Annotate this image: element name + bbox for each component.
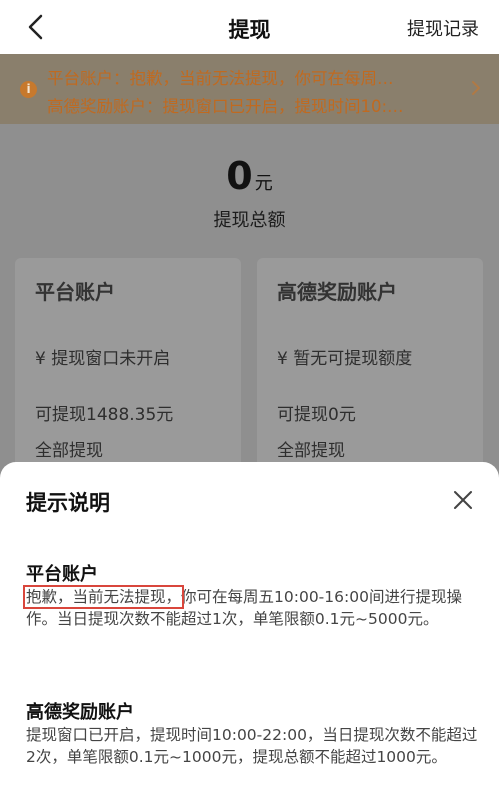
notice-reward-text: 高德奖励账户：提现窗口已开启，提现时间10:… (47, 97, 404, 116)
tips-bottom-sheet: 提示说明 平台账户 抱歉，当前无法提现，你可在每周五10:00-16:00间进行… (0, 462, 499, 812)
reward-section-title: 高德奖励账户 (26, 702, 134, 723)
reward-card-available: 可提现0元 (277, 405, 356, 425)
platform-account-card: 平台账户 ¥ 提现窗口未开启 可提现1488.35元 全部提现 (15, 258, 241, 488)
nav-bar: 提现 提现记录 (0, 0, 499, 54)
notice-platform-text: 平台账户：抱歉，当前无法提现，你可在每周… (47, 69, 394, 88)
close-icon[interactable] (451, 488, 475, 512)
total-amount: 0元 (0, 154, 499, 198)
platform-section-text: 抱歉，当前无法提现，你可在每周五10:00-16:00间进行提现操作。当日提现次… (22, 585, 481, 630)
platform-card-status: ¥ 提现窗口未开启 (35, 349, 171, 369)
total-amount-label: 提现总额 (213, 210, 286, 231)
reward-card-title: 高德奖励账户 (277, 280, 397, 304)
reward-card-status: ¥ 暂无可提现额度 (277, 349, 413, 369)
highlighted-text: 抱歉，当前无法提现， (22, 585, 185, 609)
reward-withdraw-all-button[interactable]: 全部提现 (277, 436, 345, 461)
total-amount-value: 0 (226, 154, 253, 198)
reward-section-text: 提现窗口已开启，提现时间10:00-22:00，当日提现次数不能超过2次，单笔限… (26, 726, 478, 766)
platform-card-title: 平台账户 (35, 280, 115, 304)
sheet-title: 提示说明 (26, 491, 110, 515)
notice-banner[interactable]: i 平台账户：抱歉，当前无法提现，你可在每周… 高德奖励账户：提现窗口已开启，提… (0, 54, 499, 124)
platform-withdraw-all-button[interactable]: 全部提现 (35, 436, 103, 461)
total-amount-unit: 元 (254, 173, 273, 194)
info-icon: i (20, 81, 37, 98)
withdraw-record-link[interactable]: 提现记录 (407, 15, 479, 41)
withdraw-summary: 0元 提现总额 (0, 124, 499, 244)
chevron-right-icon (472, 81, 480, 95)
platform-card-available: 可提现1488.35元 (35, 405, 174, 425)
platform-section-title: 平台账户 (26, 564, 98, 585)
reward-account-card: 高德奖励账户 ¥ 暂无可提现额度 可提现0元 全部提现 (257, 258, 483, 488)
